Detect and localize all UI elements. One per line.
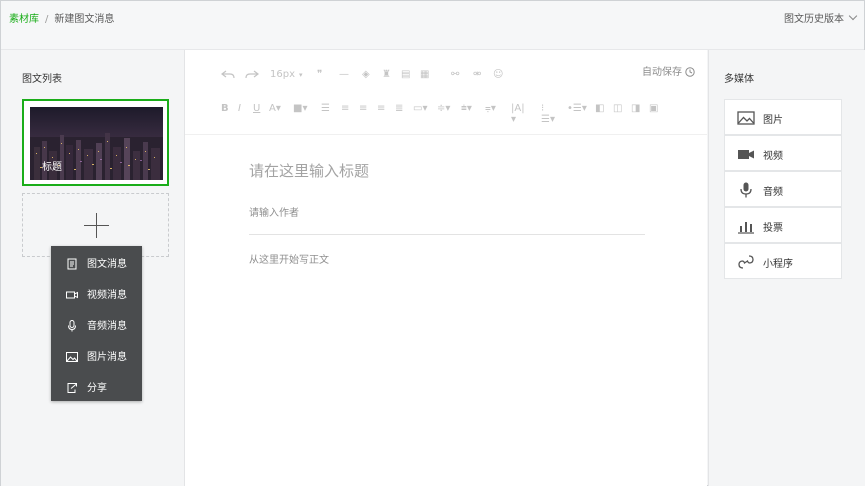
autosave-label: 自动保存 — [642, 67, 682, 78]
article-icon — [66, 255, 78, 270]
line-spacing-icon[interactable]: ≑▾ — [437, 103, 450, 114]
media-item-label: 视频 — [763, 151, 783, 162]
media-item-label: 投票 — [763, 223, 783, 234]
clock-icon — [685, 67, 695, 77]
format-painter-icon[interactable]: ♜ — [382, 69, 391, 80]
unordered-list-icon[interactable]: •☰▾ — [567, 103, 587, 114]
title-input[interactable]: 请在这里输入标题 — [249, 160, 369, 181]
align-justify-icon[interactable]: ≣ — [395, 103, 403, 114]
menu-item-share[interactable]: 分享 — [51, 370, 142, 401]
font-size-value: 16px — [270, 69, 295, 80]
menu-item-label: 图片消息 — [87, 352, 127, 363]
menu-item-label: 图文消息 — [87, 259, 127, 270]
letter-spacing-icon[interactable]: |A|▾ — [511, 103, 525, 125]
toolbar-divider — [185, 134, 707, 135]
media-item-label: 小程序 — [763, 259, 793, 270]
history-version-button[interactable]: 图文历史版本 — [784, 10, 858, 25]
history-version-label: 图文历史版本 — [784, 14, 844, 25]
image-icon — [66, 348, 78, 362]
breadcrumb-current: 新建图文消息 — [54, 14, 115, 25]
float-none-icon[interactable]: ◫ — [613, 103, 622, 114]
cover-title-text: 标题 — [42, 162, 62, 173]
media-item-vote[interactable]: 投票 — [724, 207, 842, 243]
undo-icon[interactable] — [221, 69, 235, 84]
insert-template-icon[interactable]: ▤ — [401, 69, 410, 80]
menu-item-image[interactable]: 图片消息 — [51, 339, 142, 370]
font-color-icon[interactable]: A▾ — [269, 103, 281, 114]
horizontal-rule-icon[interactable]: — — [339, 69, 349, 80]
microphone-icon — [66, 317, 78, 332]
more-align-icon[interactable]: ▭▾ — [413, 103, 427, 114]
share-icon — [66, 379, 78, 393]
full-width-icon[interactable]: ▣ — [649, 103, 658, 114]
align-right-icon[interactable]: ≡ — [377, 103, 385, 114]
cover-image: 标题 — [30, 107, 163, 180]
italic-icon[interactable]: I — [238, 103, 241, 114]
background-color-icon[interactable]: ■▾ — [293, 103, 307, 114]
menu-item-label: 音频消息 — [87, 321, 127, 332]
bar-chart-icon — [737, 218, 755, 234]
align-center-icon[interactable]: ≡ — [359, 103, 367, 114]
media-panel-title: 多媒体 — [724, 74, 754, 85]
article-list-title: 图文列表 — [22, 74, 62, 85]
top-bar: 素材库 / 新建图文消息 图文历史版本 — [1, 1, 864, 50]
body-editor[interactable]: 从这里开始写正文 — [249, 251, 329, 266]
plus-icon-vertical — [96, 213, 97, 238]
breadcrumb-home-link[interactable]: 素材库 — [9, 14, 39, 25]
video-icon — [66, 286, 78, 299]
video-icon — [737, 146, 755, 162]
ordered-list-icon[interactable]: ⁝☰▾ — [541, 103, 555, 125]
microphone-icon — [737, 182, 755, 198]
emoji-icon[interactable]: ☺ — [493, 69, 503, 80]
quote-icon[interactable]: ❞ — [317, 69, 322, 80]
underline-icon[interactable]: U — [253, 103, 260, 114]
menu-item-article[interactable]: 图文消息 — [51, 246, 142, 277]
media-item-audio[interactable]: 音频 — [724, 171, 842, 207]
float-left-icon[interactable]: ◧ — [595, 103, 604, 114]
menu-item-label: 分享 — [87, 383, 107, 394]
author-input[interactable]: 请输入作者 — [249, 204, 299, 219]
media-item-label: 音频 — [763, 187, 783, 198]
media-panel: 多媒体 图片 视频 音频 投票 小程序 — [708, 50, 865, 486]
paragraph-after-icon[interactable]: ⩦▾ — [485, 103, 496, 114]
link-icon[interactable]: ⚯ — [451, 69, 459, 80]
unlink-icon[interactable]: ⚮ — [473, 69, 481, 80]
redo-icon[interactable] — [245, 69, 259, 84]
clear-format-icon[interactable]: ◈ — [362, 69, 370, 80]
bold-icon[interactable]: B — [221, 103, 229, 114]
add-message-menu: 图文消息 视频消息 音频消息 图片消息 分享 — [51, 246, 142, 401]
align-left-icon[interactable]: ≡ — [341, 103, 349, 114]
caret-down-icon: ▾ — [299, 71, 303, 79]
media-item-mini-program[interactable]: 小程序 — [724, 243, 842, 279]
editor-panel: 自动保存 16px ▾ ❞ — ◈ ♜ ▤ ▦ ⚯ ⚮ ☺ B I U A▾ ■… — [185, 50, 707, 486]
author-divider — [249, 234, 645, 235]
float-right-icon[interactable]: ◨ — [631, 103, 640, 114]
autosave-status: 自动保存 — [642, 63, 695, 78]
article-cover-card[interactable]: 标题 — [22, 99, 169, 186]
table-icon[interactable]: ▦ — [420, 69, 429, 80]
media-item-label: 图片 — [763, 115, 783, 126]
media-item-video[interactable]: 视频 — [724, 135, 842, 171]
breadcrumb-separator: / — [45, 14, 49, 25]
chevron-down-icon — [848, 11, 858, 21]
font-size-select[interactable]: 16px ▾ — [270, 69, 303, 80]
image-icon — [737, 110, 755, 126]
paragraph-before-icon[interactable]: ⩧▾ — [461, 103, 472, 114]
menu-item-audio[interactable]: 音频消息 — [51, 308, 142, 339]
indent-icon[interactable]: ☰ — [321, 103, 330, 114]
app-frame: 素材库 / 新建图文消息 图文历史版本 图文列表 标题 图文消息 视频消息 音频… — [0, 0, 865, 486]
media-item-image[interactable]: 图片 — [724, 99, 842, 135]
menu-item-label: 视频消息 — [87, 290, 127, 301]
mini-program-icon — [737, 254, 755, 270]
breadcrumb: 素材库 / 新建图文消息 — [9, 10, 114, 25]
menu-item-video[interactable]: 视频消息 — [51, 277, 142, 308]
